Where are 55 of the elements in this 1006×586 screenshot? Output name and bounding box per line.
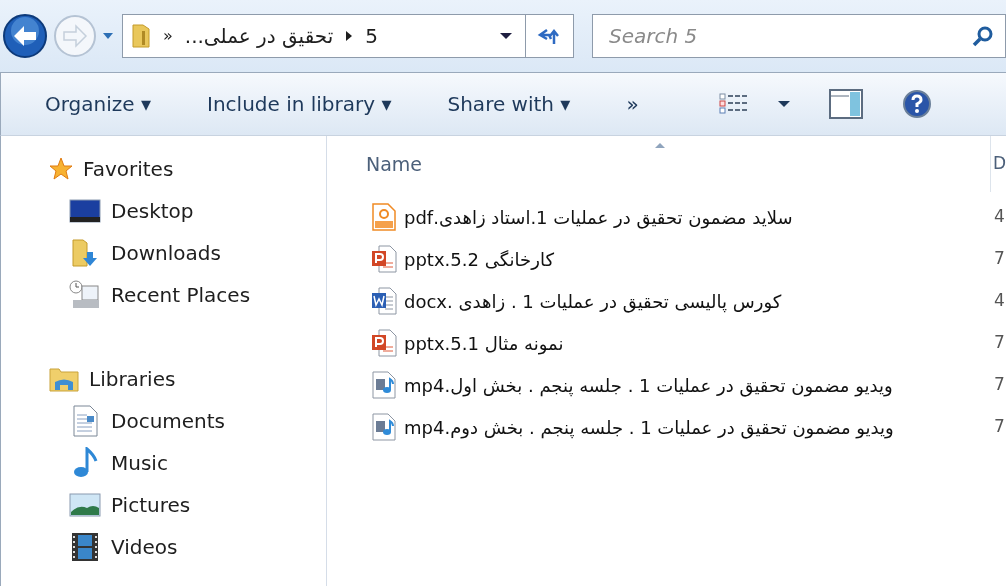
toolbar-button[interactable]: Organize ▾ [45, 89, 151, 119]
table-cell-text: 7 [993, 373, 1006, 397]
library-folder-icon [49, 366, 79, 392]
file-name[interactable]: ویدیو مضمون تحقیق در عملیات 1 . جلسه پنجم . بخش اول.mp4 [404, 371, 893, 399]
sidebar-group[interactable]: Favorites [83, 154, 174, 184]
sidebar-item[interactable]: Pictures [111, 490, 191, 520]
toolbar-button[interactable]: Share with ▾ [447, 89, 571, 119]
file-name[interactable]: کارخانگی 5.2.pptx [404, 245, 554, 273]
sidebar-item[interactable]: Desktop [111, 196, 194, 226]
music-note-icon [72, 447, 98, 479]
pdf-file-icon [372, 203, 396, 231]
picture-icon [69, 492, 101, 518]
preview-pane-icon[interactable] [828, 89, 863, 119]
table-cell-text: 7 [993, 331, 1006, 355]
dropdown-icon[interactable] [499, 31, 513, 41]
toolbar-button[interactable]: Include in library ▾ [207, 89, 392, 119]
video-file-icon [372, 371, 396, 399]
recent-places-icon [69, 280, 101, 310]
file-name[interactable]: نمونه مثال 5.1.pptx [404, 329, 564, 357]
column-header[interactable]: D [990, 151, 1006, 177]
sidebar-item[interactable]: Downloads [111, 238, 221, 268]
breadcrumb-item[interactable]: تحقیق در عملی... [184, 21, 334, 51]
back-icon[interactable] [2, 13, 48, 59]
video-file-icon [372, 413, 396, 441]
separator-arrow-icon[interactable] [345, 30, 354, 42]
help-icon[interactable] [902, 90, 931, 118]
column-header[interactable]: Name [366, 149, 986, 179]
view-icon[interactable] [718, 93, 749, 115]
file-name[interactable]: سلاید مضمون تحقیق در عملیات 1.استاد زاهدی.pdf [404, 203, 793, 231]
search-icon[interactable] [972, 25, 994, 47]
presentation-file-icon [371, 329, 397, 357]
sidebar-item[interactable]: Documents [111, 406, 226, 436]
star-icon [49, 157, 73, 181]
overflow-chevron[interactable]: » [163, 24, 173, 48]
word-file-icon [371, 287, 397, 315]
sidebar-item[interactable]: Music [111, 448, 168, 478]
file-name[interactable]: کورس پالیسی تحقیق در عملیات 1 . زاهدی .docx [404, 287, 782, 315]
table-cell-text: 7 [993, 247, 1006, 271]
table-cell-text: 4 [993, 289, 1006, 313]
dropdown-icon[interactable] [776, 99, 791, 109]
document-icon [72, 405, 98, 437]
search-field[interactable]: Search 5 [592, 14, 1006, 58]
file-name[interactable]: ویدیو مضمون تحقیق در عملیات 1 . جلسه پنجم . بخش دوم.mp4 [404, 413, 894, 441]
table-cell-text: 4 [993, 205, 1006, 229]
download-folder-icon [71, 238, 99, 268]
desktop-icon [69, 198, 101, 224]
breadcrumb-item[interactable]: 5 [365, 21, 378, 51]
toolbar-button[interactable]: » [626, 89, 639, 119]
film-strip-icon [71, 532, 99, 562]
sidebar-item[interactable]: Videos [111, 532, 178, 562]
sidebar-item[interactable]: Recent Places [111, 280, 251, 310]
table-cell-text: 7 [993, 415, 1006, 439]
folder-icon [131, 23, 151, 49]
presentation-file-icon [371, 245, 397, 273]
sidebar-group[interactable]: Libraries [89, 364, 176, 394]
